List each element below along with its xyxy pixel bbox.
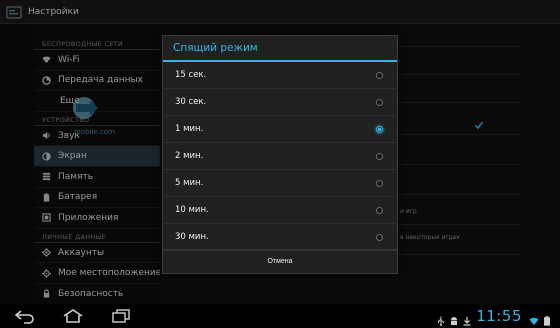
option-30-sec[interactable]: 30 сек. [163,89,397,116]
radio-button[interactable] [376,98,383,106]
android-debug-icon [449,311,459,326]
status-area[interactable]: 11:55 [433,304,552,328]
option-label: 1 мин. [175,124,204,134]
usb-icon [436,311,446,326]
option-list: 15 сек. 30 сек. 1 мин. 2 мин. 5 мин. 10 … [163,62,397,251]
option-2-min[interactable]: 2 мин. [163,143,397,170]
sleep-dialog: Спящий режим 15 сек. 30 сек. 1 мин. 2 ми… [162,35,398,274]
radio-button[interactable] [376,206,383,214]
option-1-min[interactable]: 1 мин. [163,116,397,143]
option-label: 5 мин. [175,178,204,188]
battery-status-icon [542,311,552,326]
option-label: 2 мин. [175,151,204,161]
option-label: 30 мин. [175,232,209,242]
option-30-min[interactable]: 30 мин. [163,224,397,251]
recent-apps-icon[interactable] [108,308,134,324]
cancel-button[interactable]: Отмена [267,258,292,265]
screen: Настройки БЕСПРОВОДНЫЕ СЕТИ Wi-Fi Переда… [0,0,560,328]
option-5-min[interactable]: 5 мин. [163,170,397,197]
radio-button[interactable] [376,179,383,187]
back-icon[interactable] [12,308,38,324]
clock: 11:55 [476,307,522,325]
radio-button[interactable] [376,233,383,241]
system-bar: 11:55 [0,304,560,328]
radio-button-checked[interactable] [376,125,383,133]
wifi-signal-icon [529,311,539,325]
radio-button[interactable] [376,71,383,79]
option-label: 15 сек. [175,70,207,80]
option-label: 10 мин. [175,205,209,215]
radio-button[interactable] [376,152,383,160]
dialog-button-bar: Отмена [163,249,397,273]
option-label: 30 сек. [175,97,207,107]
dialog-title: Спящий режим [163,36,397,62]
option-15-sec[interactable]: 15 сек. [163,62,397,89]
option-10-min[interactable]: 10 мин. [163,197,397,224]
download-icon [462,311,472,326]
home-icon[interactable] [60,308,86,324]
